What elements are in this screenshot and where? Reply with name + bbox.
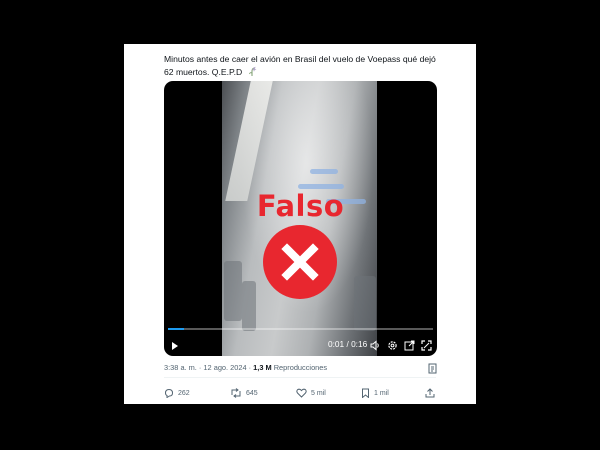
share-icon	[425, 388, 435, 398]
video-progress-bar[interactable]	[168, 328, 433, 330]
settings-icon[interactable]	[387, 338, 398, 356]
tweet-text-line2: 62 muertos. Q.E.P.D	[164, 66, 243, 77]
fact-check-label: Falso	[256, 189, 345, 223]
repost-count: 645	[246, 389, 258, 397]
fullscreen-icon[interactable]	[421, 338, 432, 356]
divider	[164, 377, 436, 378]
wilted-flower-icon	[247, 66, 257, 81]
repost-button[interactable]: 645	[230, 386, 258, 400]
share-button[interactable]	[425, 386, 439, 400]
heart-icon	[296, 388, 307, 398]
tweet-text: Minutos antes de caer el avión en Brasil…	[164, 53, 464, 80]
tweet-actions: 262 645 5 mil 1 mil	[164, 386, 436, 400]
like-button[interactable]: 5 mil	[296, 386, 326, 400]
video-progress-fill	[168, 328, 184, 330]
like-count: 5 mil	[311, 389, 326, 397]
play-icon[interactable]	[171, 338, 179, 356]
repost-icon	[231, 388, 241, 398]
popout-icon[interactable]	[404, 338, 415, 356]
reply-button[interactable]: 262	[164, 386, 190, 400]
video-player[interactable]: Falso 0:01 / 0:16	[164, 81, 437, 356]
bookmark-button[interactable]: 1 mil	[361, 386, 389, 400]
video-controls: 0:01 / 0:16	[164, 334, 437, 354]
tweet-meta: 3:38 a. m. · 12 ago. 2024 · 1,3 M Reprod…	[164, 363, 327, 372]
tweet-text-line1: Minutos antes de caer el avión en Brasil…	[164, 54, 436, 64]
bookmark-icon	[362, 388, 369, 398]
tweet-card: Minutos antes de caer el avión en Brasil…	[124, 44, 476, 404]
red-x-icon	[263, 225, 337, 299]
volume-icon[interactable]	[370, 338, 381, 356]
views-count: 1,3 M	[253, 363, 272, 372]
bookmark-count: 1 mil	[374, 389, 389, 397]
tweet-timestamp[interactable]: 3:38 a. m. · 12 ago. 2024 ·	[164, 363, 253, 372]
views-label: Reproducciones	[271, 363, 328, 372]
video-time-display: 0:01 / 0:16	[328, 339, 368, 349]
reply-count: 262	[178, 389, 190, 397]
reply-icon	[164, 388, 174, 398]
